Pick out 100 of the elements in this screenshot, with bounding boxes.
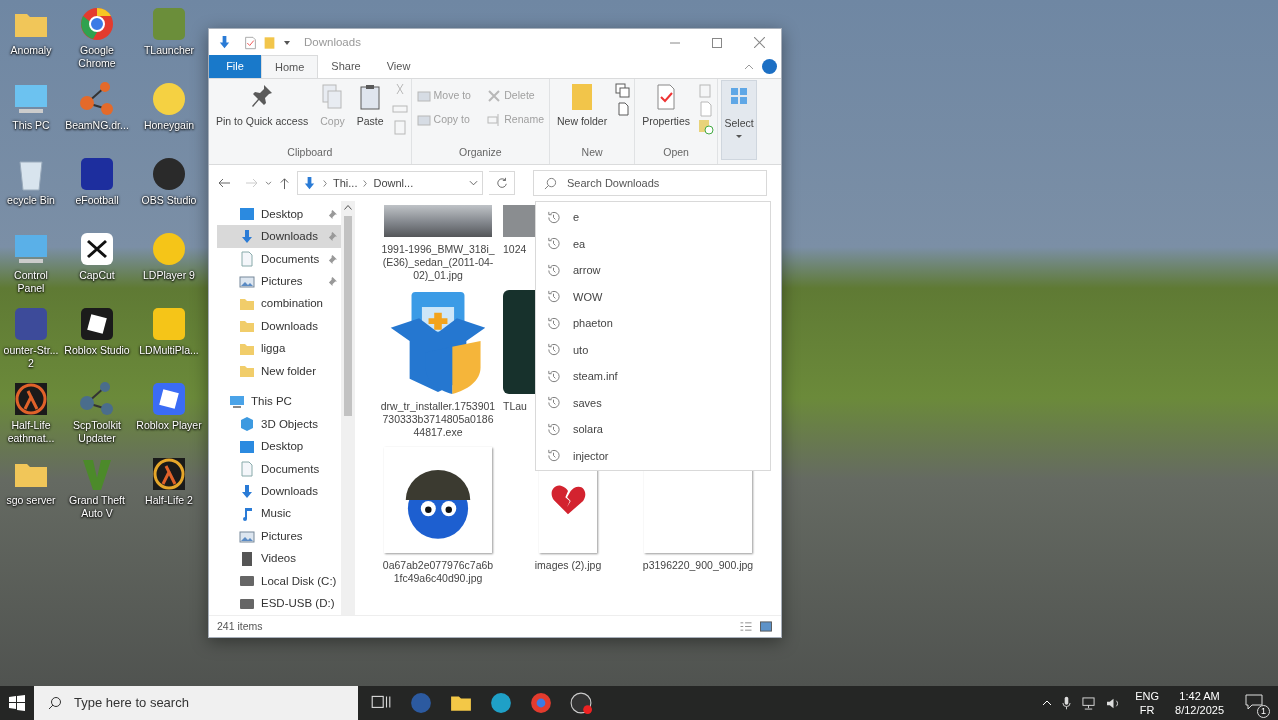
up-arrow-icon[interactable] — [278, 176, 291, 190]
nav-item[interactable]: Downloads — [217, 225, 341, 248]
desktop-icon-label[interactable]: ScpToolkit Updater — [63, 419, 131, 445]
nav-item[interactable]: Pictures — [217, 525, 341, 548]
help-icon[interactable] — [762, 59, 777, 74]
ribbon-tab[interactable]: Share — [318, 55, 374, 78]
breadcrumb[interactable]: Thi... — [333, 174, 358, 192]
nav-item[interactable]: Music — [217, 502, 341, 526]
history-item[interactable]: WOW — [546, 283, 770, 310]
desktop-icon-label[interactable]: Anomaly — [10, 44, 52, 57]
nav-item[interactable]: Local Disk (C:) — [217, 570, 341, 593]
file-tab[interactable]: File — [209, 55, 261, 78]
nav-item[interactable]: New folder — [217, 360, 341, 383]
history-item[interactable]: arrow — [546, 257, 770, 284]
clock[interactable]: 1:42 AM 8/12/2025 — [1175, 689, 1224, 717]
chevron-down-icon[interactable] — [469, 180, 478, 186]
desktop-icon-label[interactable]: LDPlayer 9 — [143, 269, 195, 282]
desktop-icon-label[interactable]: LDMultiPla... — [139, 344, 199, 357]
pin-button[interactable]: Pin to Quick access — [212, 79, 313, 146]
nav-item[interactable]: Desktop — [217, 203, 341, 226]
details-view-icon[interactable] — [739, 621, 753, 632]
grid-icon — [729, 86, 750, 106]
notification-icon[interactable] — [1244, 692, 1264, 712]
desktop-icon-label[interactable]: Roblox Player — [136, 419, 202, 432]
scrollbar[interactable] — [341, 201, 355, 615]
refresh-button[interactable] — [489, 171, 515, 195]
file-name[interactable]: drw_tr_installer.1753901730333b3714805a018644817.exe — [380, 400, 496, 439]
new-folder-button[interactable]: New folder — [553, 79, 612, 146]
desktop-icon-label[interactable]: CapCut — [79, 269, 115, 282]
nav-label: Downloads — [261, 229, 319, 245]
caret-icon[interactable] — [284, 40, 290, 45]
chevron-down-icon[interactable] — [265, 180, 272, 186]
file-name[interactable]: p3196220_900_900.jpg — [640, 559, 756, 572]
close-icon[interactable] — [754, 37, 765, 48]
file-name[interactable]: 1991-1996_BMW_318i_(E36)_sedan_(2011-04-02)_01.jpg — [380, 243, 496, 282]
back-arrow-icon[interactable] — [217, 176, 231, 190]
taskbar-search-field[interactable]: Type here to search — [34, 686, 358, 720]
folder-icon — [239, 318, 255, 335]
history-item[interactable]: ea — [546, 230, 770, 257]
nav-item[interactable]: Pictures — [217, 270, 341, 293]
nav-item[interactable]: Documents — [217, 457, 341, 481]
history-item[interactable]: saves — [546, 389, 770, 416]
history-item[interactable]: uto — [546, 336, 770, 363]
desktop-icon-label[interactable]: Google Chrome — [63, 44, 131, 70]
history-item[interactable]: injector — [546, 442, 770, 469]
search-field[interactable]: Search Downloads — [533, 170, 767, 196]
network-icon[interactable] — [1081, 696, 1097, 710]
desktop-icon — [239, 206, 255, 223]
file-name[interactable]: TLau — [503, 400, 527, 413]
history-item[interactable]: steam.inf — [546, 363, 770, 390]
desktop-icon-label[interactable]: Half-Life 2 — [145, 494, 193, 507]
group-label: Clipboard — [286, 145, 334, 161]
microphone-icon[interactable] — [1062, 696, 1072, 710]
nav-item[interactable]: Documents — [217, 247, 341, 271]
nav-item[interactable]: This PC — [217, 390, 341, 414]
search-input[interactable]: Search Downloads — [567, 174, 756, 192]
language-indicator[interactable]: ENG FR — [1135, 689, 1160, 717]
desktop-icon-label[interactable]: Half-Life eathmat... — [0, 419, 62, 445]
paste-button[interactable]: Paste — [352, 79, 388, 146]
maximize-icon[interactable] — [712, 37, 722, 48]
thumbnails-view-icon[interactable] — [759, 621, 773, 632]
file-name[interactable]: 1024 — [503, 243, 527, 256]
file-name[interactable]: images (2).jpg — [510, 559, 626, 572]
history-item[interactable]: solara — [546, 416, 770, 443]
select-button[interactable]: Select — [721, 80, 758, 160]
desktop-icon-label[interactable]: sgo server — [6, 494, 56, 507]
properties-button[interactable]: Properties — [638, 79, 695, 146]
nav-item[interactable]: ligga — [217, 337, 341, 361]
item-count: 241 items — [217, 618, 263, 634]
windows-start-icon[interactable] — [9, 695, 25, 711]
chevron-up-icon[interactable] — [1042, 700, 1053, 706]
nav-item[interactable]: combination — [217, 292, 341, 316]
document-icon — [239, 461, 255, 478]
download-arrow-icon — [239, 228, 255, 245]
file-name[interactable]: 0a67ab2e077976c7a6b1fc49a6c40d90.jpg — [380, 559, 496, 585]
nav-item[interactable]: Downloads — [217, 315, 341, 338]
address-bar[interactable]: Thi... Downl... — [297, 171, 483, 195]
desktop-icon-label[interactable]: TLauncher — [143, 44, 195, 57]
history-item[interactable]: phaeton — [546, 310, 770, 337]
copy-icon — [320, 83, 345, 111]
nav-item[interactable]: Desktop — [217, 435, 341, 458]
scroll-up-icon[interactable] — [344, 205, 352, 210]
taskbar-search-input[interactable]: Type here to search — [74, 693, 344, 713]
nav-item[interactable]: ESD-USB (D:) — [217, 592, 341, 616]
rename-icon — [487, 113, 502, 128]
document-icon — [239, 251, 255, 268]
nav-item[interactable]: Downloads — [217, 480, 341, 503]
ribbon-tab[interactable]: View — [373, 55, 424, 78]
desktop-icon-label[interactable]: ounter-Str... 2 — [0, 344, 62, 370]
ribbon-tab[interactable]: Home — [261, 55, 319, 78]
desktop-icon-label[interactable]: Grand Theft Auto V — [63, 494, 131, 520]
collapse-icon[interactable] — [744, 64, 754, 70]
nav-item[interactable]: Videos — [217, 547, 341, 571]
desktop-icon-label[interactable]: Control Panel — [0, 269, 62, 295]
history-item[interactable]: e — [546, 204, 770, 231]
desktop-icon-label[interactable]: Roblox Studio — [64, 344, 130, 357]
breadcrumb[interactable]: Downl... — [373, 174, 414, 192]
nav-item[interactable]: 3D Objects — [217, 413, 341, 436]
new-item-icon[interactable] — [615, 83, 632, 99]
properties-icon[interactable] — [244, 35, 257, 50]
